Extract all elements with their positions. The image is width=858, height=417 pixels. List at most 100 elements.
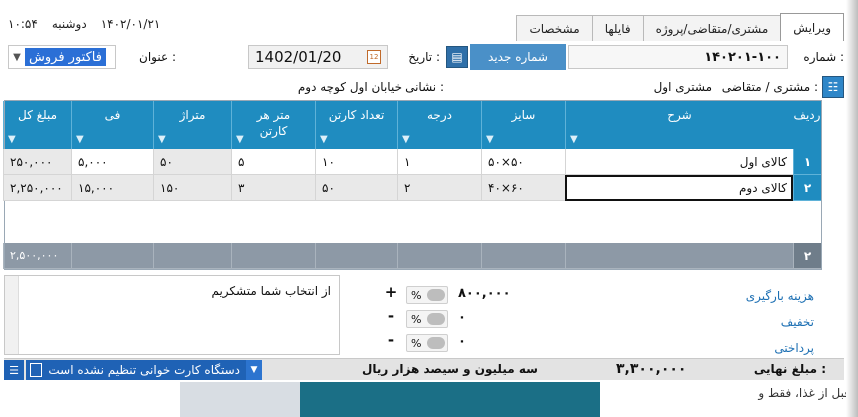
title-value: فاکتور فروش xyxy=(25,48,106,66)
customer-lookup-icon[interactable]: ☷ xyxy=(822,76,844,98)
window-shadow xyxy=(846,0,858,417)
percent-toggle[interactable]: % xyxy=(406,334,448,352)
percent-label: % xyxy=(411,312,422,326)
number-label: شماره : xyxy=(803,50,844,64)
col-label: تعداد کارتن xyxy=(328,108,385,122)
tab-customer-project[interactable]: مشتری/متقاضی/پروژه xyxy=(642,15,782,41)
scrollbar[interactable] xyxy=(5,276,19,354)
number-field[interactable]: ۱۴۰۲۰۱-۱۰۰ xyxy=(568,45,788,69)
date-field[interactable]: 12 1402/01/20 xyxy=(248,45,388,69)
footer-cell xyxy=(231,243,315,269)
cell-total: ۲۵۰,۰۰۰ xyxy=(3,149,71,175)
cell-size[interactable]: ۵۰×۵۰ xyxy=(481,149,565,175)
filter-icon[interactable]: ▼ xyxy=(76,134,84,145)
new-number-button[interactable]: شماره جدید xyxy=(470,44,566,70)
filter-icon[interactable]: ▼ xyxy=(320,134,328,145)
status-bar: ☰ دستگاه کارت خوانی تنظیم نشده است ▼ سه … xyxy=(4,358,844,380)
invoice-window: ۱۰:۵۴ دوشنبه ۱۴۰۲/۰۱/۲۱ ویرایش مشتری/متق… xyxy=(0,0,858,417)
minus-icon[interactable]: - xyxy=(382,331,400,349)
tab-files[interactable]: فایلها xyxy=(591,15,644,41)
current-date: ۱۴۰۲/۰۱/۲۱ xyxy=(100,17,161,31)
table-row[interactable]: ۲ کالای دوم ۴۰×۶۰ ۲ ۵۰ ۳ ۱۵۰ ۱۵,۰۰۰ ۲,۲۵… xyxy=(3,175,821,201)
charge-amount[interactable]: ۸۰۰,۰۰۰ xyxy=(458,286,511,301)
row-index: ۲ xyxy=(793,175,821,201)
datetime: ۱۰:۵۴ دوشنبه ۱۴۰۲/۰۱/۲۱ xyxy=(8,17,160,31)
discount-link[interactable]: تخفیف xyxy=(781,315,814,329)
settings-icon[interactable]: ☰ xyxy=(4,360,24,380)
col-label: سایز xyxy=(511,108,536,122)
col-label: فی xyxy=(104,108,121,122)
cell-description[interactable]: کالای دوم xyxy=(565,175,793,201)
filter-icon[interactable]: ▼ xyxy=(486,134,494,145)
date-label: تاریخ : xyxy=(408,50,440,64)
col-label: درجه xyxy=(427,108,452,122)
footer-cell xyxy=(397,243,481,269)
cell-cartons[interactable]: ۱۰ xyxy=(315,149,397,175)
calendar-icon[interactable]: 12 xyxy=(367,50,381,64)
invoice-grid: ردیف شرح ▼ سایز ▼ درجه ▼ تعداد کارتن ▼ متر ه… xyxy=(3,100,822,270)
cell-price[interactable]: ۱۵,۰۰۰ xyxy=(71,175,153,201)
bottom-panel: از انتخاب شما متشکریم + % ۸۰۰,۰۰۰ - % ۰ … xyxy=(4,275,824,355)
cell-area: ۵۰ xyxy=(153,149,231,175)
cell-grade[interactable]: ۱ xyxy=(397,149,481,175)
col-total: مبلغ کل ▼ xyxy=(3,101,71,149)
table-row[interactable]: ۱ کالای اول ۵۰×۵۰ ۱ ۱۰ ۵ ۵۰ ۵,۰۰۰ ۲۵۰,۰۰… xyxy=(3,149,821,175)
footer-cell xyxy=(71,243,153,269)
filter-icon[interactable]: ▼ xyxy=(8,134,16,145)
filter-icon[interactable]: ▼ xyxy=(236,134,244,145)
card-reader-select[interactable]: دستگاه کارت خوانی تنظیم نشده است ▼ xyxy=(26,360,262,380)
cell-description[interactable]: کالای اول xyxy=(565,149,793,175)
col-area: متراژ ▼ xyxy=(153,101,231,149)
cell-per-carton[interactable]: ۳ xyxy=(231,175,315,201)
date-value: 1402/01/20 xyxy=(255,48,342,66)
card-reader-icon xyxy=(30,363,42,377)
percent-toggle[interactable]: % xyxy=(406,310,448,328)
charge-amount[interactable]: ۰ xyxy=(458,334,466,349)
final-amount-label: مبلغ نهایی : xyxy=(753,362,826,376)
charge-row-payment: - % ۰ xyxy=(344,331,644,355)
cell-grade[interactable]: ۲ xyxy=(397,175,481,201)
weekday: دوشنبه xyxy=(51,17,87,31)
cell-area: ۱۵۰ xyxy=(153,175,231,201)
title-select[interactable]: ▼ فاکتور فروش xyxy=(8,45,116,69)
footer-total: ۲,۵۰۰,۰۰۰ xyxy=(3,243,71,269)
grid-header: ردیف شرح ▼ سایز ▼ درجه ▼ تعداد کارتن ▼ متر ه… xyxy=(3,101,821,149)
loading-cost-link[interactable]: هزینه بارگیری xyxy=(746,289,814,303)
top-bar: ۱۰:۵۴ دوشنبه ۱۴۰۲/۰۱/۲۱ ویرایش مشتری/متق… xyxy=(8,5,844,41)
cell-cartons[interactable]: ۵۰ xyxy=(315,175,397,201)
tab-strip: ویرایش مشتری/متقاضی/پروژه فایلها مشخصات xyxy=(516,13,844,41)
cell-per-carton[interactable]: ۵ xyxy=(231,149,315,175)
card-reader-text: دستگاه کارت خوانی تنظیم نشده است xyxy=(48,363,240,377)
percent-label: % xyxy=(411,288,422,302)
cell-total: ۲,۲۵۰,۰۰۰ xyxy=(3,175,71,201)
footer-cell xyxy=(565,243,793,269)
percent-label: % xyxy=(411,336,422,350)
filter-icon[interactable]: ▼ xyxy=(570,134,578,145)
address-value: خیابان اول کوچه دوم xyxy=(297,80,402,94)
col-per-carton: متر هر کارتن ▼ xyxy=(231,101,315,149)
notes-field[interactable]: از انتخاب شما متشکریم xyxy=(4,275,340,355)
filter-icon[interactable]: ▼ xyxy=(158,134,166,145)
percent-toggle[interactable]: % xyxy=(406,286,448,304)
chevron-down-icon[interactable]: ▼ xyxy=(246,360,262,380)
cell-price[interactable]: ۵,۰۰۰ xyxy=(71,149,153,175)
plus-icon[interactable]: + xyxy=(382,283,400,301)
payment-link[interactable]: پرداختی xyxy=(774,341,814,355)
toggle-knob xyxy=(427,289,445,301)
minus-icon[interactable]: - xyxy=(382,307,400,325)
col-label: شرح xyxy=(667,108,692,122)
header-row-1: شماره : ۱۴۰۲۰۱-۱۰۰ شماره جدید ▤ تاریخ : … xyxy=(8,44,844,72)
tab-details[interactable]: مشخصات xyxy=(516,15,593,41)
row-count: ۲ xyxy=(793,243,821,269)
cell-size[interactable]: ۴۰×۶۰ xyxy=(481,175,565,201)
col-cartons: تعداد کارتن ▼ xyxy=(315,101,397,149)
tab-edit[interactable]: ویرایش xyxy=(780,13,844,41)
clock: ۱۰:۵۴ xyxy=(8,17,38,31)
calculator-icon[interactable]: ▤ xyxy=(446,46,468,68)
title-label: عنوان : xyxy=(139,50,176,64)
customer-value: مشتری اول xyxy=(653,80,712,94)
chevron-down-icon: ▼ xyxy=(13,51,21,63)
charge-amount[interactable]: ۰ xyxy=(458,310,466,325)
strip-text: قبل از غذا، فقط و xyxy=(758,386,850,400)
filter-icon[interactable]: ▼ xyxy=(402,134,410,145)
